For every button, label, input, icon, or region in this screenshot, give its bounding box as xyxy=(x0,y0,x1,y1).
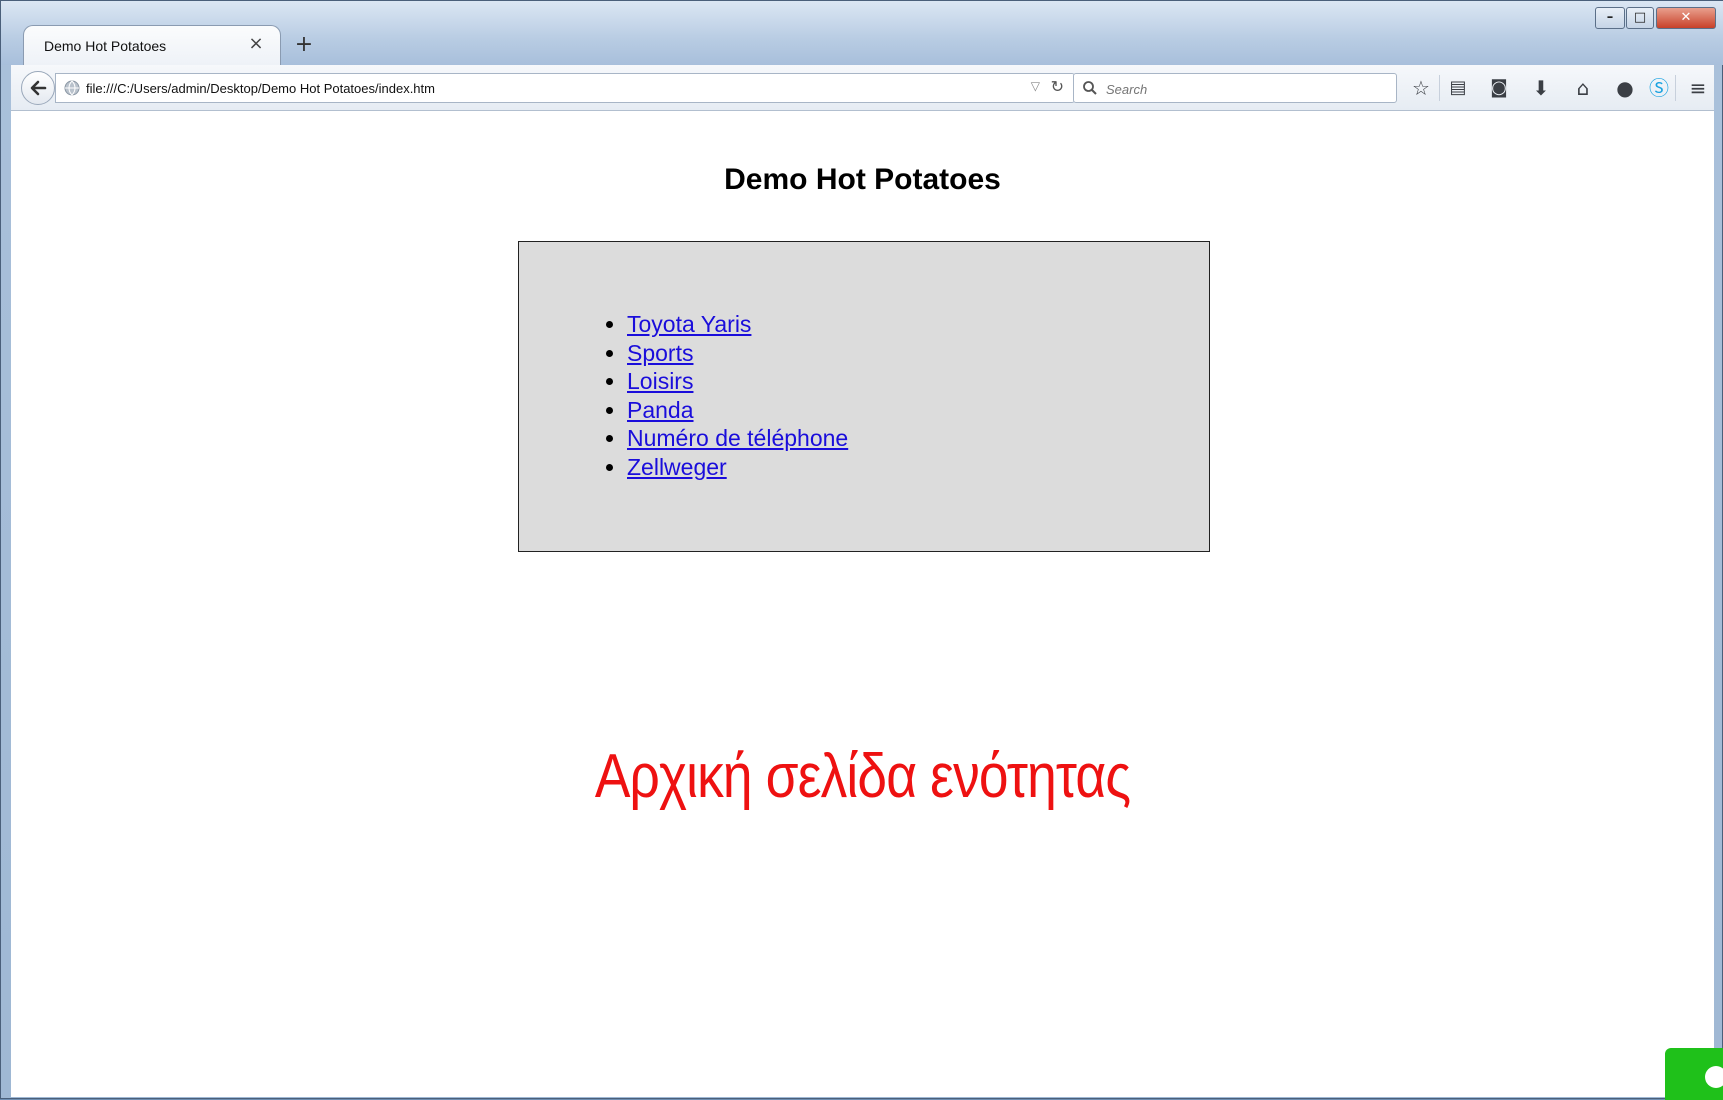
navigation-toolbar: file:///C:/Users/admin/Desktop/Demo Hot … xyxy=(11,65,1714,111)
exercise-list: Toyota Yaris Sports Loisirs Panda Numéro… xyxy=(593,310,848,481)
section-home-caption: Αρχική σελίδα ενότητας xyxy=(594,742,1131,811)
tab-close-icon[interactable]: × xyxy=(246,34,266,54)
url-history-dropdown-icon[interactable]: ▽ xyxy=(1031,79,1040,93)
toolbar-separator xyxy=(1675,75,1676,101)
search-bar[interactable] xyxy=(1073,73,1397,103)
chat-bubble-icon xyxy=(1705,1066,1723,1088)
tab-title: Demo Hot Potatoes xyxy=(44,38,167,54)
page-title: Demo Hot Potatoes xyxy=(724,163,1001,196)
exercise-link-box: Toyota Yaris Sports Loisirs Panda Numéro… xyxy=(518,241,1210,552)
chat-widget-button[interactable] xyxy=(1665,1048,1723,1100)
back-arrow-icon xyxy=(30,80,47,96)
link-sports[interactable]: Sports xyxy=(627,340,693,366)
home-icon[interactable]: ⌂ xyxy=(1569,74,1597,102)
close-window-button[interactable]: ✕ xyxy=(1656,7,1716,29)
minimize-button[interactable]: – xyxy=(1595,7,1625,29)
list-item: Toyota Yaris xyxy=(627,310,848,339)
browser-window: Demo Hot Potatoes × + – □ ✕ file:///C:/U… xyxy=(0,0,1723,1100)
link-numero-de-telephone[interactable]: Numéro de téléphone xyxy=(627,425,848,451)
bookmark-star-icon[interactable]: ☆ xyxy=(1407,74,1435,102)
globe-icon xyxy=(64,80,80,96)
skype-icon[interactable]: Ⓢ xyxy=(1645,74,1673,102)
link-toyota-yaris[interactable]: Toyota Yaris xyxy=(627,311,751,337)
list-item: Zellweger xyxy=(627,453,848,482)
link-zellweger[interactable]: Zellweger xyxy=(627,454,727,480)
search-input[interactable] xyxy=(1104,77,1388,101)
list-item: Loisirs xyxy=(627,367,848,396)
maximize-button[interactable]: □ xyxy=(1626,7,1654,29)
reload-icon[interactable]: ↻ xyxy=(1051,77,1064,96)
address-bar[interactable]: file:///C:/Users/admin/Desktop/Demo Hot … xyxy=(55,73,1075,103)
tab-demo-hot-potatoes[interactable]: Demo Hot Potatoes × xyxy=(23,25,281,65)
menu-icon[interactable]: ≡ xyxy=(1684,74,1712,102)
pocket-icon[interactable]: ◙ xyxy=(1485,74,1513,102)
back-button[interactable] xyxy=(21,71,55,105)
url-text: file:///C:/Users/admin/Desktop/Demo Hot … xyxy=(86,81,435,96)
minimize-icon: – xyxy=(1606,10,1614,25)
toolbar-separator xyxy=(1439,75,1440,101)
page-content: Demo Hot Potatoes Toyota Yaris Sports Lo… xyxy=(11,111,1714,1097)
new-tab-button[interactable]: + xyxy=(291,33,317,59)
title-bar: Demo Hot Potatoes × + – □ ✕ xyxy=(1,1,1723,65)
close-icon: ✕ xyxy=(1680,10,1692,25)
list-item: Sports xyxy=(627,339,848,368)
list-item: Numéro de téléphone xyxy=(627,424,848,453)
list-item: Panda xyxy=(627,396,848,425)
chat-icon[interactable]: ● xyxy=(1611,74,1639,102)
reading-list-icon[interactable]: ▤ xyxy=(1444,74,1472,102)
download-icon[interactable]: ⬇ xyxy=(1527,74,1555,102)
link-panda[interactable]: Panda xyxy=(627,397,694,423)
maximize-icon: □ xyxy=(1633,10,1647,25)
link-loisirs[interactable]: Loisirs xyxy=(627,368,693,394)
search-icon xyxy=(1083,81,1097,95)
